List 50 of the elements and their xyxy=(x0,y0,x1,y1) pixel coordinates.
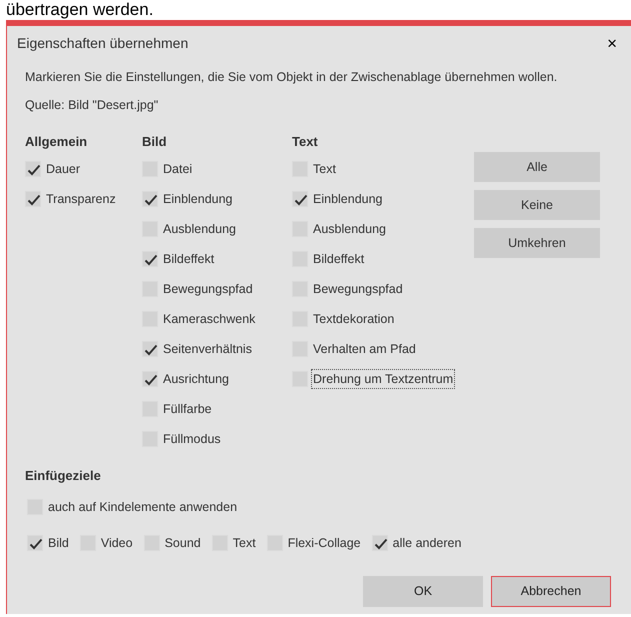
checkbox-label[interactable]: Verhalten am Pfad xyxy=(312,340,417,358)
checkbox-label[interactable]: Bildeffekt xyxy=(162,250,216,268)
checkbox-label[interactable]: Drehung um Textzentrum xyxy=(312,370,454,388)
checkbox-label[interactable]: Ausblendung xyxy=(312,220,387,238)
checkbox-label[interactable]: Sound xyxy=(164,534,202,552)
checkbox-label[interactable]: Bild xyxy=(47,534,70,552)
column-heading: Allgemein xyxy=(25,133,88,151)
checkbox-label[interactable]: Video xyxy=(100,534,134,552)
checkbox-label[interactable]: Ausrichtung xyxy=(162,370,230,388)
window-title: Eigenschaften übernehmen xyxy=(17,34,188,53)
checkbox-label[interactable]: Datei xyxy=(162,160,194,178)
side-button[interactable]: Keine xyxy=(474,190,600,220)
side-button[interactable]: Alle xyxy=(474,152,600,182)
checkbox-label[interactable]: Kameraschwenk xyxy=(162,310,256,328)
checkbox-label[interactable]: Seitenverhältnis xyxy=(162,340,253,358)
checkbox[interactable] xyxy=(292,191,308,207)
checkbox-label[interactable]: Transparenz xyxy=(45,190,117,208)
dialog-button[interactable]: Abbrechen xyxy=(491,576,611,607)
source-text: Quelle: Bild "Desert.jpg" xyxy=(24,97,160,114)
checkbox-label[interactable]: Füllmodus xyxy=(162,430,222,448)
checkbox-label[interactable]: auch auf Kindelemente anwenden xyxy=(47,498,238,516)
checkbox-label[interactable]: Text xyxy=(312,160,337,178)
checkbox[interactable] xyxy=(142,341,158,357)
section-heading: Einfügeziele xyxy=(24,467,102,485)
checkbox[interactable] xyxy=(25,191,41,207)
checkbox[interactable] xyxy=(142,371,158,387)
checkbox-label[interactable]: Einblendung xyxy=(162,190,234,208)
side-button[interactable]: Umkehren xyxy=(474,228,600,258)
checkbox-label[interactable]: Dauer xyxy=(45,160,82,178)
checkbox-label[interactable]: Füllfarbe xyxy=(162,400,213,418)
checkbox-label[interactable]: Ausblendung xyxy=(162,220,237,238)
checkbox[interactable] xyxy=(142,251,158,267)
instruction-text: Markieren Sie die Einstellungen, die Sie vom Objekt in der Zwischenablage übernehmen wollen. xyxy=(24,69,558,86)
checkbox-label[interactable]: Einblendung xyxy=(312,190,384,208)
checkbox-label[interactable]: Bildeffekt xyxy=(312,250,366,268)
close-button[interactable]: × xyxy=(607,34,617,52)
checkbox-label[interactable]: Flexi-Collage xyxy=(286,534,362,552)
column-heading: Bild xyxy=(142,133,168,151)
checkbox-label[interactable]: Text xyxy=(232,534,257,552)
checkbox-label[interactable]: Textdekoration xyxy=(312,310,396,328)
column-heading: Text xyxy=(292,133,319,151)
checkbox[interactable] xyxy=(25,161,41,177)
dialog-button[interactable]: OK xyxy=(363,576,483,607)
background-text: übertragen werden. xyxy=(5,0,154,20)
checkbox-label[interactable]: Bewegungspfad xyxy=(312,280,404,298)
checkbox[interactable] xyxy=(372,535,388,551)
checkbox[interactable] xyxy=(27,535,43,551)
checkbox[interactable] xyxy=(142,191,158,207)
checkbox-label[interactable]: Bewegungspfad xyxy=(162,280,254,298)
checkbox-label[interactable]: alle anderen xyxy=(392,534,462,552)
